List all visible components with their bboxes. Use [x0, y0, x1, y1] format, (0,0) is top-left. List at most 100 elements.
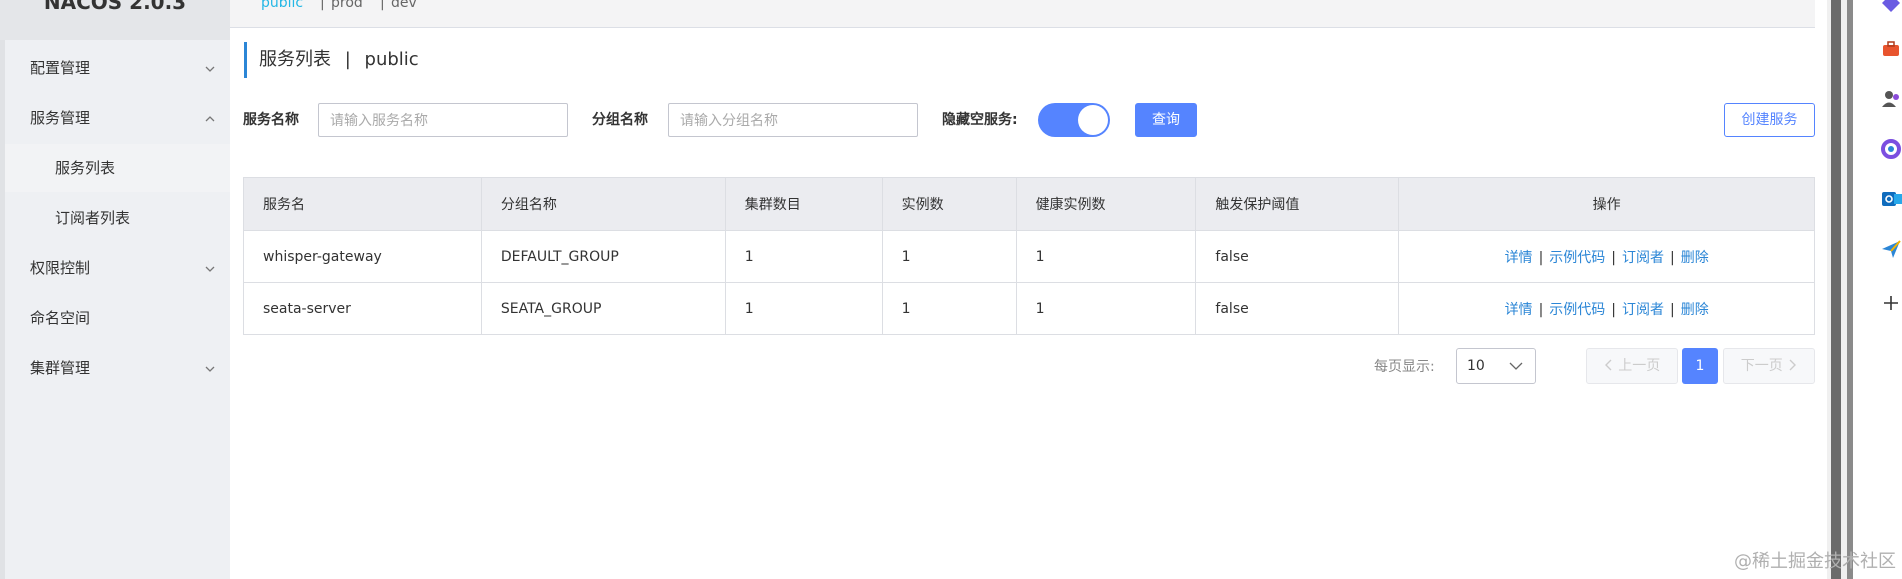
action-separator: | — [1611, 301, 1616, 318]
prev-page-label: 上一页 — [1618, 358, 1661, 374]
action-separator: | — [1538, 301, 1544, 318]
sidebar-item-label: 命名空间 — [30, 309, 91, 327]
detail-link[interactable]: 详情 — [1505, 250, 1533, 266]
sidebar-item-service-list[interactable]: 服务列表 — [5, 144, 230, 192]
query-button[interactable]: 查询 — [1135, 103, 1197, 137]
action-separator: | — [1670, 301, 1675, 318]
sidebar-item-namespace[interactable]: 命名空间 — [5, 294, 230, 342]
delete-link[interactable]: 删除 — [1681, 250, 1709, 266]
chevron-up-icon — [204, 94, 216, 142]
subscribers-link[interactable]: 订阅者 — [1622, 250, 1664, 266]
sidebar-item-label: 权限控制 — [30, 259, 91, 277]
cell-clusters: 1 — [725, 230, 883, 283]
plus-icon[interactable] — [1880, 292, 1902, 314]
outlook-icon[interactable] — [1880, 188, 1902, 210]
table-row: seata-server SEATA_GROUP 1 1 1 false 详情 |… — [243, 282, 1815, 335]
namespace-separator: | — [320, 0, 325, 11]
hide-empty-toggle[interactable] — [1038, 103, 1110, 137]
app-logo: NACOS 2.0.3 — [0, 0, 230, 40]
cell-group: SEATA_GROUP — [481, 282, 726, 335]
sidebar-item-label: 服务列表 — [55, 159, 116, 177]
chevron-down-icon — [204, 344, 216, 392]
table-row: whisper-gateway DEFAULT_GROUP 1 1 1 fals… — [243, 230, 1815, 283]
toggle-knob — [1078, 105, 1108, 135]
scrollbar-thumb[interactable] — [1831, 0, 1841, 579]
sidebar-item-subscribers[interactable]: 订阅者列表 — [5, 194, 230, 242]
chevron-down-icon — [1509, 349, 1523, 396]
column-header-healthy: 健康实例数 — [1016, 177, 1197, 231]
column-header-actions: 操作 — [1398, 177, 1815, 231]
service-table: 服务名 分组名称 集群数目 实例数 健康实例数 触发保护阈值 操作 whispe… — [243, 177, 1815, 335]
page-title-namespace: public — [364, 49, 419, 70]
sidebar-item-label: 服务管理 — [30, 109, 91, 127]
cell-healthy: 1 — [1016, 282, 1197, 335]
sidebar-item-auth[interactable]: 权限控制 — [5, 244, 230, 292]
sidebar-item-service[interactable]: 服务管理 — [5, 94, 230, 142]
prev-page-button[interactable]: 上一页 — [1586, 348, 1678, 384]
cell-service-name: seata-server — [243, 282, 482, 335]
main-content: public | prod | dev 服务列表 | public 服务名称 分… — [230, 0, 1827, 579]
service-name-label: 服务名称 — [243, 112, 299, 128]
hide-empty-label: 隐藏空服务: — [942, 112, 1018, 128]
cell-actions: 详情 | 示例代码 | 订阅者 | 删除 — [1398, 230, 1815, 283]
watermark: @稀土掘金技术社区 — [1734, 551, 1896, 572]
cell-instances: 1 — [882, 230, 1017, 283]
sample-code-link[interactable]: 示例代码 — [1549, 302, 1605, 318]
sidebar-item-label: 配置管理 — [30, 59, 91, 77]
column-header-service-name: 服务名 — [243, 177, 482, 231]
people-icon[interactable] — [1880, 88, 1902, 110]
cell-clusters: 1 — [725, 282, 883, 335]
page-title: 服务列表 | public — [244, 42, 419, 78]
chevron-down-icon — [204, 244, 216, 292]
send-icon[interactable] — [1880, 238, 1902, 260]
detail-link[interactable]: 详情 — [1505, 302, 1533, 318]
page-title-separator: | — [344, 49, 351, 70]
service-name-input[interactable] — [318, 103, 568, 137]
namespace-separator: | — [380, 0, 385, 11]
cell-threshold: false — [1195, 282, 1400, 335]
next-page-label: 下一页 — [1740, 358, 1783, 374]
cell-instances: 1 — [882, 282, 1017, 335]
chevron-right-icon — [1787, 358, 1797, 374]
sidebar-item-config[interactable]: 配置管理 — [5, 44, 230, 92]
sidebar-item-cluster[interactable]: 集群管理 — [5, 344, 230, 392]
create-service-button[interactable]: 创建服务 — [1724, 103, 1815, 137]
page-title-text: 服务列表 — [259, 49, 331, 70]
sidebar: NACOS 2.0.3 配置管理 服务管理 服务列表 订阅者列表 权限控制 命名… — [0, 0, 230, 579]
toolbox-icon[interactable] — [1880, 38, 1902, 60]
table-header-row: 服务名 分组名称 集群数目 实例数 健康实例数 触发保护阈值 操作 — [243, 177, 1815, 231]
group-name-input[interactable] — [668, 103, 918, 137]
column-header-clusters: 集群数目 — [725, 177, 883, 231]
cell-service-name: whisper-gateway — [243, 230, 482, 283]
action-separator: | — [1670, 249, 1675, 266]
sidebar-item-label: 订阅者列表 — [55, 209, 131, 227]
subscribers-link[interactable]: 订阅者 — [1622, 302, 1664, 318]
column-header-group: 分组名称 — [481, 177, 726, 231]
cell-actions: 详情 | 示例代码 | 订阅者 | 删除 — [1398, 282, 1815, 335]
group-name-label: 分组名称 — [592, 112, 648, 128]
page-size-select[interactable]: 10 — [1456, 348, 1536, 384]
browser-sidebar — [1853, 0, 1902, 579]
chevron-left-icon — [1604, 358, 1618, 374]
sidebar-item-label: 集群管理 — [30, 359, 91, 377]
namespace-dev[interactable]: dev — [391, 0, 417, 11]
namespace-prod[interactable]: prod — [331, 0, 363, 11]
namespace-public[interactable]: public — [261, 0, 303, 11]
next-page-button[interactable]: 下一页 — [1723, 348, 1815, 384]
action-separator: | — [1538, 249, 1544, 266]
column-header-instances: 实例数 — [882, 177, 1017, 231]
sample-code-link[interactable]: 示例代码 — [1549, 250, 1605, 266]
delete-link[interactable]: 删除 — [1681, 302, 1709, 318]
cell-healthy: 1 — [1016, 230, 1197, 283]
cell-threshold: false — [1195, 230, 1400, 283]
chevron-down-icon — [204, 44, 216, 92]
action-separator: | — [1611, 249, 1616, 266]
cell-group: DEFAULT_GROUP — [481, 230, 726, 283]
page-size-label: 每页显示: — [1374, 359, 1435, 375]
current-page-button[interactable]: 1 — [1682, 348, 1718, 384]
diamond-icon[interactable] — [1880, 0, 1902, 14]
column-header-threshold: 触发保护阈值 — [1195, 177, 1400, 231]
page-size-value: 10 — [1467, 358, 1485, 374]
copilot-icon[interactable] — [1880, 138, 1902, 160]
namespace-bar: public | prod | dev — [230, 0, 1815, 28]
